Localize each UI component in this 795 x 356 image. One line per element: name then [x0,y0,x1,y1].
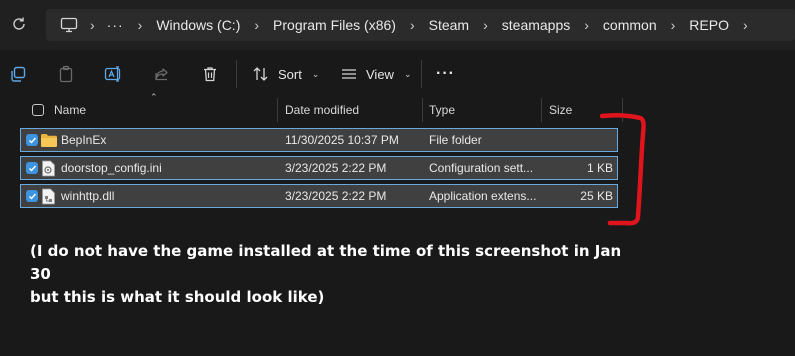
address-bar[interactable]: › ··· › Windows (C:) › Program Files (x8… [46,9,795,41]
chevron-right-icon[interactable]: › [572,17,601,33]
checkmark-icon [26,190,38,202]
chevron-right-icon[interactable]: › [731,17,760,33]
paste-button[interactable] [56,64,76,84]
file-row[interactable]: winhttp.dll 3/23/2025 2:22 PM Applicatio… [20,184,618,208]
breadcrumb-label[interactable]: Program Files (x86) [271,17,398,33]
annotation-text: (I do not have the game installed at the… [30,240,630,309]
column-divider[interactable] [277,98,278,122]
checkmark-icon [26,162,38,174]
chevron-right-icon[interactable]: › [659,17,688,33]
file-date: 3/23/2025 2:22 PM [285,189,387,203]
row-checkbox[interactable] [26,129,38,151]
this-pc-button[interactable] [46,17,78,33]
breadcrumb-item[interactable]: › common [572,17,658,33]
copy-icon [11,66,26,82]
file-name[interactable]: BepInEx [61,129,106,151]
column-divider[interactable] [422,98,423,122]
share-button[interactable] [152,64,172,84]
chevron-down-icon: ⌄ [403,68,412,79]
rename-icon [104,66,121,82]
config-file-icon [41,157,56,179]
column-header-size[interactable]: Size [549,98,572,122]
toolbar-divider [236,60,237,88]
annotation-line: but this is what it should look like) [30,288,325,306]
chevron-right-icon[interactable]: › [398,17,427,33]
view-label: View [366,66,394,82]
file-name[interactable]: doorstop_config.ini [61,157,162,179]
file-type: Application extens... [429,189,537,203]
select-all-checkbox[interactable] [32,98,44,122]
view-list-icon [342,69,356,79]
annotation-line: (I do not have the game installed at the… [30,242,622,283]
breadcrumb-item[interactable]: › Steam [398,17,471,33]
refresh-icon [13,17,25,30]
breadcrumb-label[interactable]: steamapps [500,17,572,33]
sort-label: Sort [278,66,302,82]
red-bracket-annotation [600,112,646,226]
copy-button[interactable] [8,64,28,84]
file-type: File folder [429,133,482,147]
paste-icon [59,65,73,83]
column-header-name[interactable]: Name [54,98,86,122]
address-bar-row: › ··· › Windows (C:) › Program Files (x8… [0,0,795,50]
refresh-button[interactable] [8,13,30,35]
chevron-down-icon: ⌄ [311,68,320,79]
toolbar-divider [421,60,422,88]
monitor-icon [60,17,78,33]
file-type: Configuration sett... [429,161,534,175]
file-date: 11/30/2025 10:37 PM [285,133,399,147]
column-header-date[interactable]: Date modified [285,98,359,122]
folder-icon [40,129,58,151]
chevron-right-icon[interactable]: › [242,17,271,33]
breadcrumb-item[interactable]: › REPO [659,17,731,33]
trash-icon [204,67,216,82]
more-options-icon: ··· [436,65,455,82]
sort-button[interactable]: Sort ⌄ [252,62,319,86]
breadcrumb-item[interactable]: › steamapps [471,17,572,33]
dll-file-icon [41,185,56,207]
view-button[interactable]: View ⌄ [340,62,412,86]
breadcrumb-label[interactable]: Steam [427,17,471,33]
rename-button[interactable] [104,64,124,84]
column-divider[interactable] [541,98,542,122]
chevron-right-icon[interactable]: › [471,17,500,33]
row-checkbox[interactable] [26,185,38,207]
file-row[interactable]: BepInEx 11/30/2025 10:37 PM File folder [20,128,618,152]
chevron-right-icon[interactable]: › [126,17,155,33]
overflow-breadcrumb-button[interactable]: ··· [107,17,126,33]
share-icon [155,68,168,81]
breadcrumb-label[interactable]: REPO [687,17,731,33]
breadcrumb-item[interactable]: › Program Files (x86) [242,17,398,33]
row-checkbox[interactable] [26,157,38,179]
breadcrumb-item[interactable]: › Windows (C:) [126,17,243,33]
column-header: ⌃ Name Date modified Type Size [20,92,625,122]
checkmark-icon [26,134,38,146]
sort-icon [253,67,268,81]
file-name[interactable]: winhttp.dll [61,185,114,207]
breadcrumb-label[interactable]: common [601,17,659,33]
file-date: 3/23/2025 2:22 PM [285,161,387,175]
chevron-up-icon: ⌃ [150,92,158,102]
delete-button[interactable] [200,64,220,84]
file-row[interactable]: doorstop_config.ini 3/23/2025 2:22 PM Co… [20,156,618,180]
more-options-button[interactable]: ··· [436,62,455,86]
checkbox-empty-icon [32,104,44,116]
breadcrumb-label[interactable]: Windows (C:) [154,17,242,33]
command-bar: Sort ⌄ View ⌄ ··· [0,50,795,98]
chevron-right-icon[interactable]: › [78,17,107,33]
column-header-type[interactable]: Type [429,98,455,122]
